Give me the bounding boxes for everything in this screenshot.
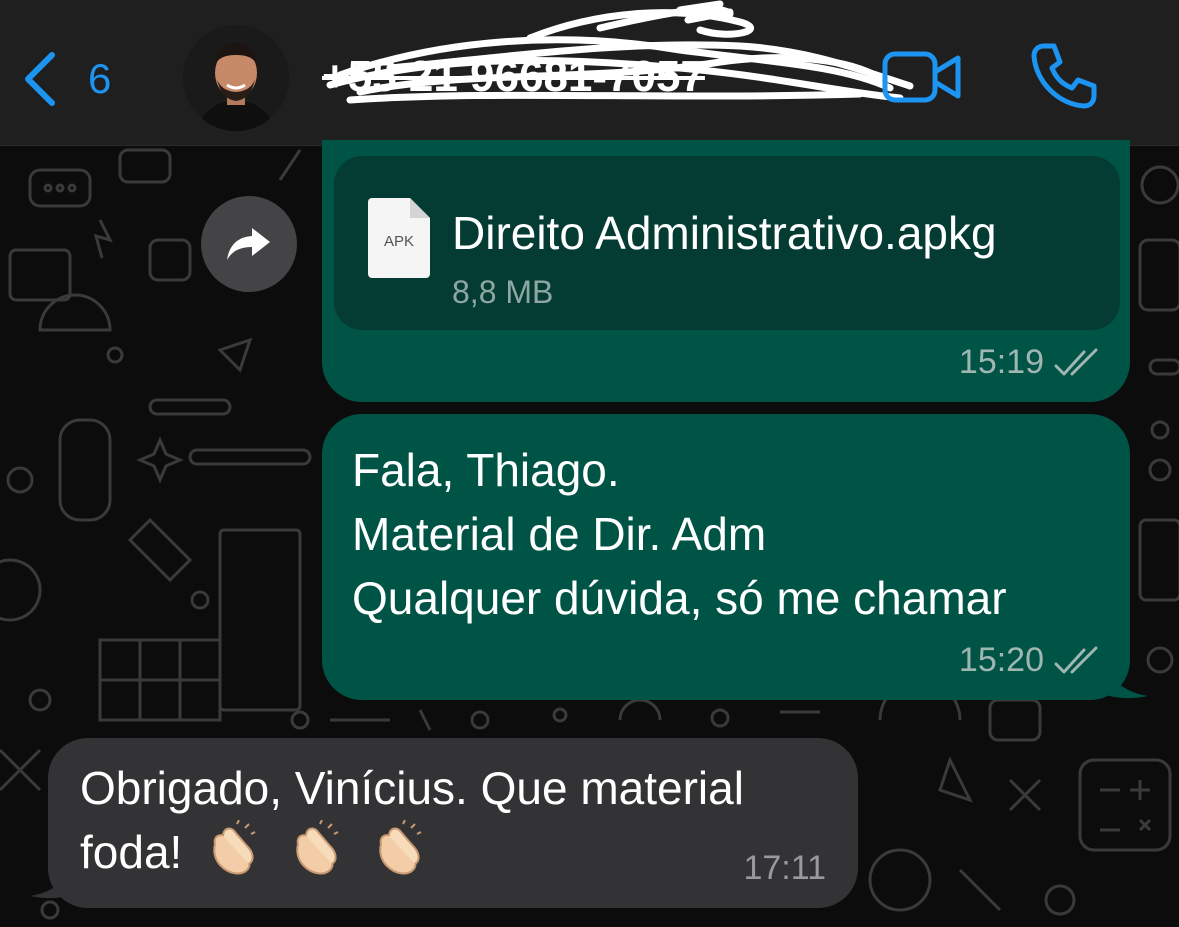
message-text: Obrigado, Vinícius. Que material foda! bbox=[80, 756, 840, 892]
clapping-hands-icon bbox=[286, 819, 348, 892]
apk-file-icon: APK bbox=[368, 198, 430, 278]
message-line: Material de Dir. Adm bbox=[352, 508, 767, 560]
video-camera-icon bbox=[882, 51, 961, 103]
redaction-scribble bbox=[326, 0, 914, 104]
double-check-icon bbox=[1054, 348, 1098, 375]
outgoing-document-message: APK Direito Administrativo.apkg 8,8 MB 1… bbox=[322, 140, 1130, 402]
message-line: Obrigado, Vinícius. Que material bbox=[80, 762, 744, 814]
back-button[interactable]: 6 bbox=[22, 44, 111, 114]
unread-count: 6 bbox=[88, 55, 112, 102]
forward-button[interactable] bbox=[201, 196, 297, 292]
contact-avatar[interactable] bbox=[183, 25, 289, 131]
clapping-hands-icon bbox=[203, 819, 265, 892]
phone-icon bbox=[1031, 43, 1097, 109]
voice-call-button[interactable] bbox=[1030, 42, 1098, 115]
message-time: 15:19 bbox=[958, 343, 1044, 381]
incoming-text-message: Obrigado, Vinícius. Que material foda! 1… bbox=[48, 738, 858, 908]
message-meta: 17:11 bbox=[743, 849, 826, 888]
document-attachment[interactable]: APK Direito Administrativo.apkg 8,8 MB bbox=[334, 156, 1120, 330]
message-line: Qualquer dúvida, só me chamar bbox=[352, 572, 1007, 624]
message-meta: 15:20 bbox=[959, 641, 1100, 680]
message-meta: 15:19 bbox=[959, 343, 1100, 382]
chat-screen: 6 +55 21 96681-7057 APK Direito Administ… bbox=[0, 0, 1179, 927]
video-call-button[interactable] bbox=[882, 48, 962, 111]
chevron-left-icon bbox=[25, 52, 55, 106]
message-line: foda! bbox=[80, 819, 840, 892]
message-time: 17:11 bbox=[743, 849, 826, 887]
message-text: Fala, Thiago. Material de Dir. Adm Qualq… bbox=[352, 438, 1007, 630]
incoming-bubble-tail bbox=[30, 850, 78, 899]
chat-header: 6 +55 21 96681-7057 bbox=[0, 0, 1179, 146]
message-line-text: foda! bbox=[80, 826, 183, 879]
outgoing-bubble-tail bbox=[1100, 650, 1148, 699]
avatar-photo bbox=[183, 25, 289, 131]
clapping-hands-icon bbox=[369, 819, 431, 892]
file-size: 8,8 MB bbox=[452, 274, 554, 310]
message-line: Fala, Thiago. bbox=[352, 444, 620, 496]
forward-arrow-icon bbox=[227, 228, 270, 260]
double-check-icon bbox=[1054, 646, 1098, 673]
message-time: 15:20 bbox=[958, 641, 1044, 679]
file-type-label: APK bbox=[384, 233, 414, 250]
file-name: Direito Administrativo.apkg bbox=[452, 207, 997, 259]
outgoing-text-message: Fala, Thiago. Material de Dir. Adm Qualq… bbox=[322, 414, 1130, 700]
